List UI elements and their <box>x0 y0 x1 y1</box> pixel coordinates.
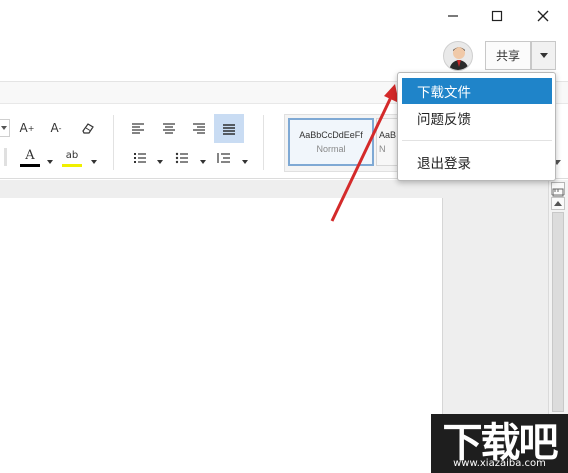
numbered-list-icon <box>134 153 146 163</box>
font-color-button[interactable]: A <box>19 148 41 168</box>
watermark-logo: 下载吧 <box>442 420 559 466</box>
highlighter-icon: ab <box>65 150 79 161</box>
shrink-font-icon: A <box>50 121 59 135</box>
highlight-button[interactable]: ab <box>61 148 83 168</box>
close-button[interactable] <box>520 0 566 32</box>
menu-item-logout[interactable]: 退出登录 <box>402 149 552 175</box>
toolbar-divider <box>113 115 114 170</box>
watermark-url: www.xiazaiba.com <box>453 458 546 469</box>
clear-format-button[interactable] <box>78 118 98 138</box>
chevron-down-icon <box>539 53 548 58</box>
multilevel-list-icon <box>217 153 230 163</box>
menu-divider <box>402 140 552 141</box>
scroll-up-button[interactable] <box>551 197 565 210</box>
font-size-select[interactable] <box>0 119 10 137</box>
chevron-down-icon <box>1 126 7 130</box>
chevron-down-icon <box>157 160 163 164</box>
align-left-button[interactable] <box>128 118 148 138</box>
align-justify-icon <box>223 123 235 135</box>
grow-font-button[interactable]: A + <box>17 118 37 138</box>
chevron-down-icon <box>242 160 248 164</box>
shrink-font-button[interactable]: A- <box>46 118 66 138</box>
font-color-dropdown[interactable] <box>45 152 55 172</box>
numbered-list-dropdown[interactable] <box>155 152 165 172</box>
font-color-icon: A <box>25 148 35 163</box>
numbered-list-button[interactable] <box>130 148 150 168</box>
align-right-button[interactable] <box>189 118 209 138</box>
grow-font-icon: A <box>19 121 28 135</box>
chevron-down-icon <box>91 160 97 164</box>
align-center-button[interactable] <box>159 118 179 138</box>
bullet-list-dropdown[interactable] <box>198 152 208 172</box>
share-button[interactable]: 共享 <box>485 41 531 70</box>
menu-item-feedback[interactable]: 问题反馈 <box>402 105 552 131</box>
user-avatar[interactable] <box>443 41 473 71</box>
multilevel-list-button[interactable] <box>214 148 234 168</box>
menu-item-download-file[interactable]: 下载文件 <box>402 78 552 104</box>
account-menu: 下载文件 问题反馈 退出登录 <box>397 72 556 181</box>
eraser-icon <box>82 123 94 134</box>
account-dropdown-button[interactable] <box>531 41 556 70</box>
close-icon <box>537 10 549 22</box>
maximize-button[interactable] <box>474 0 520 32</box>
toolbar-divider <box>4 148 7 166</box>
highlight-dropdown[interactable] <box>89 152 99 172</box>
toolbar-divider <box>263 115 264 170</box>
document-page[interactable] <box>0 198 443 473</box>
minimize-button[interactable] <box>430 0 476 32</box>
plus-icon: + <box>27 123 35 133</box>
minus-icon: - <box>58 123 62 133</box>
minimize-icon <box>448 15 458 17</box>
chevron-down-icon <box>47 160 53 164</box>
align-left-icon <box>132 123 144 134</box>
bullet-list-icon <box>175 152 188 164</box>
multilevel-list-dropdown[interactable] <box>240 152 250 172</box>
bullet-list-button[interactable] <box>172 148 192 168</box>
align-right-icon <box>193 123 205 134</box>
chevron-down-icon <box>200 160 206 164</box>
scroll-thumb[interactable] <box>552 212 564 412</box>
highlight-color-bar <box>62 164 82 167</box>
align-justify-button[interactable] <box>214 114 244 143</box>
maximize-icon <box>491 10 503 22</box>
chevron-up-icon <box>554 201 562 206</box>
font-color-bar <box>20 164 40 167</box>
ruler-toggle-button[interactable] <box>551 182 565 197</box>
align-center-icon <box>163 123 175 134</box>
